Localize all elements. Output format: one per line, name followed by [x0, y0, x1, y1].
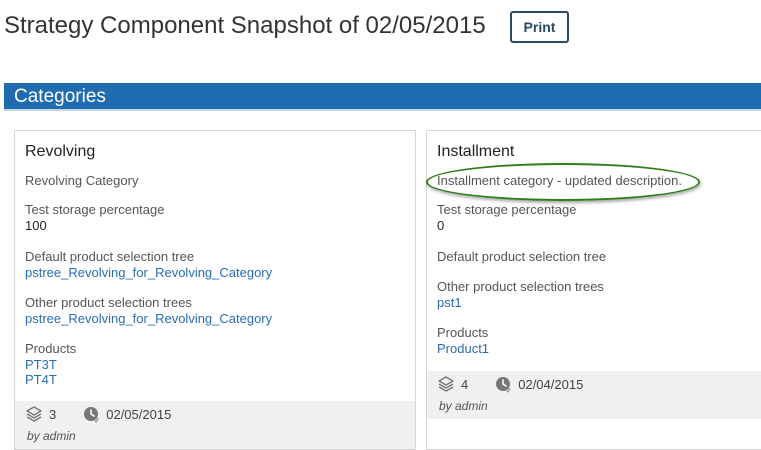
default-tree-label: Default product selection tree [437, 249, 607, 264]
author-label: by admin [27, 429, 76, 443]
layers-icon [25, 405, 43, 423]
card-footer: 3 02/05/2015 by admin [15, 401, 415, 449]
page-title: Strategy Component Snapshot of 02/05/201… [4, 12, 486, 39]
layers-icon [437, 375, 455, 393]
product-link[interactable]: Product1 [437, 341, 761, 356]
storage-label: Test storage percentage [25, 202, 165, 217]
other-tree-link[interactable]: pstree_Revolving_for_Revolving_Category [25, 311, 415, 326]
products-label: Products [25, 341, 77, 356]
card-title: Installment [437, 143, 515, 160]
categories-section-header: Categories [4, 83, 761, 111]
category-card-installment: Installment Installment category - updat… [426, 130, 761, 450]
card-title: Revolving [25, 143, 96, 160]
version-count: 4 [461, 376, 469, 392]
product-link[interactable]: PT4T [25, 372, 415, 387]
snapshot-date: 02/05/2015 [106, 406, 172, 422]
card-description: Installment category - updated descripti… [437, 173, 682, 188]
card-description: Revolving Category [25, 173, 139, 188]
section-title: Categories [14, 86, 106, 107]
storage-label: Test storage percentage [437, 202, 577, 217]
other-trees-label: Other product selection trees [25, 295, 192, 310]
category-card-revolving: Revolving Revolving Category Test storag… [14, 130, 416, 450]
default-tree-link[interactable]: pstree_Revolving_for_Revolving_Category [25, 265, 415, 280]
product-link[interactable]: PT3T [25, 357, 415, 372]
default-tree-label: Default product selection tree [25, 249, 195, 264]
products-label: Products [437, 325, 489, 340]
print-button[interactable]: Print [510, 11, 569, 43]
author-label: by admin [439, 399, 488, 413]
clock-history-icon [82, 405, 100, 423]
other-trees-label: Other product selection trees [437, 279, 604, 294]
version-count: 3 [49, 406, 57, 422]
card-footer: 4 02/04/2015 by admin [427, 371, 761, 419]
clock-history-icon [494, 375, 512, 393]
storage-value: 100 [25, 218, 47, 233]
other-tree-link[interactable]: pst1 [437, 295, 761, 310]
storage-value: 0 [437, 218, 445, 233]
snapshot-date: 02/04/2015 [518, 376, 584, 392]
